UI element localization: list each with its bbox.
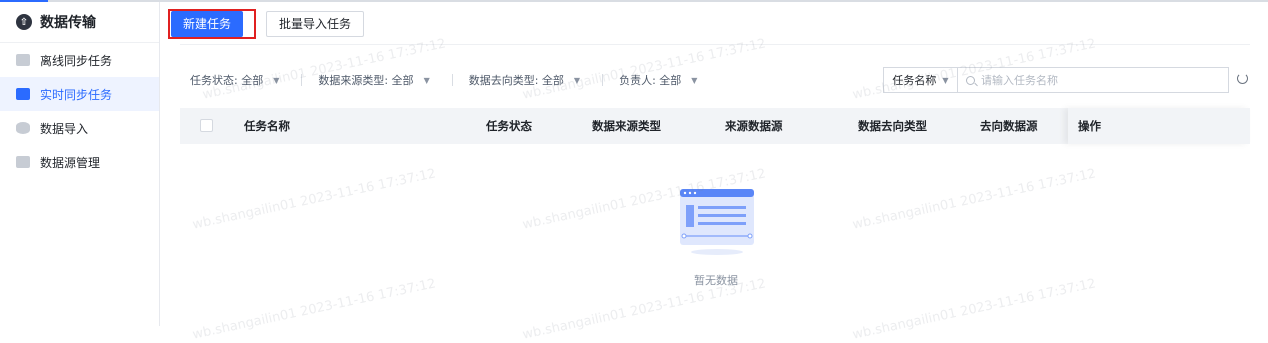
sidebar-item-data-import[interactable]: 数据导入 xyxy=(0,111,159,145)
sidebar-item-label: 数据源管理 xyxy=(40,155,101,170)
search-field-select[interactable]: 任务名称 ▼ xyxy=(883,67,957,93)
chart-icon xyxy=(16,54,30,66)
watermark: wb.shangailin01 2023-11-16 17:37:12 xyxy=(191,166,438,233)
sidebar-item-offline-sync[interactable]: 离线同步任务 xyxy=(0,43,159,77)
column-header: 操作 xyxy=(1078,119,1101,133)
filter-label: 数据来源类型: 全部 xyxy=(318,74,414,87)
sidebar: ⇧ 数据传输 离线同步任务 实时同步任务 数据导入 数据源管理 xyxy=(0,2,160,326)
search-group: 任务名称 ▼ 请输入任务名称 xyxy=(883,67,1229,93)
sidebar-item-datasource-mgmt[interactable]: 数据源管理 xyxy=(0,145,159,179)
main-content: 新建任务 批量导入任务 任务状态: 全部 ▼ 数据来源类型: 全部 ▼ 数据去向… xyxy=(160,2,1268,343)
search-placeholder: 请输入任务名称 xyxy=(981,74,1058,87)
column-header: 去向数据源 xyxy=(980,119,1038,133)
watermark: wb.shangailin01 2023-11-16 17:37:12 xyxy=(191,276,438,343)
new-task-button[interactable]: 新建任务 xyxy=(171,11,244,37)
filter-status[interactable]: 任务状态: 全部 ▼ xyxy=(190,72,279,88)
sidebar-item-label: 数据导入 xyxy=(40,121,89,136)
sidebar-header: ⇧ 数据传输 xyxy=(0,2,159,43)
select-all-checkbox[interactable] xyxy=(200,119,213,132)
search-icon xyxy=(966,75,975,85)
empty-state-text: 暂无数据 xyxy=(694,274,738,287)
sidebar-item-label: 离线同步任务 xyxy=(40,53,113,68)
column-header: 来源数据源 xyxy=(725,119,783,133)
sidebar-title: 数据传输 xyxy=(40,15,96,31)
chevron-down-icon: ▼ xyxy=(573,75,581,85)
filter-bar: 任务状态: 全部 ▼ 数据来源类型: 全部 ▼ 数据去向类型: 全部 ▼ 负责人… xyxy=(190,68,697,92)
column-header: 数据来源类型 xyxy=(592,119,661,133)
cloud-upload-icon: ⇧ xyxy=(16,14,32,30)
search-input[interactable]: 请输入任务名称 xyxy=(957,67,1229,93)
chevron-down-icon: ▼ xyxy=(273,75,280,85)
operation-column: 操作 xyxy=(1068,108,1250,144)
column-header: 任务名称 xyxy=(244,119,290,133)
chevron-down-icon: ▼ xyxy=(942,75,949,85)
calendar-icon xyxy=(16,88,30,100)
filter-label: 数据去向类型: 全部 xyxy=(468,74,564,87)
list-icon xyxy=(16,156,30,168)
chevron-down-icon: ▼ xyxy=(423,75,430,85)
database-icon xyxy=(16,122,30,134)
column-header: 任务状态 xyxy=(486,119,532,133)
filter-separator xyxy=(451,74,453,86)
filter-separator xyxy=(602,74,604,86)
filter-source-type[interactable]: 数据来源类型: 全部 ▼ xyxy=(318,72,429,88)
divider xyxy=(180,44,1250,45)
search-field-label: 任务名称 xyxy=(892,74,937,87)
watermark: wb.shangailin01 2023-11-16 17:37:12 xyxy=(851,166,1098,233)
filter-label: 负责人: 全部 xyxy=(619,74,682,87)
sidebar-item-label: 实时同步任务 xyxy=(40,87,113,102)
empty-box-icon xyxy=(680,189,754,255)
filter-separator xyxy=(301,74,303,86)
filter-owner[interactable]: 负责人: 全部 ▼ xyxy=(619,72,697,88)
refresh-icon[interactable] xyxy=(1237,73,1248,84)
chevron-down-icon: ▼ xyxy=(691,75,698,85)
sidebar-item-realtime-sync[interactable]: 实时同步任务 xyxy=(0,77,159,111)
table-header: 任务名称 任务状态 数据来源类型 来源数据源 数据去向类型 去向数据源 操作 xyxy=(180,108,1250,144)
filter-target-type[interactable]: 数据去向类型: 全部 ▼ xyxy=(469,72,580,88)
column-header: 数据去向类型 xyxy=(858,119,927,133)
filter-label: 任务状态: 全部 xyxy=(190,74,264,87)
watermark: wb.shangailin01 2023-11-16 17:37:12 xyxy=(851,276,1098,343)
batch-import-button[interactable]: 批量导入任务 xyxy=(266,11,365,37)
